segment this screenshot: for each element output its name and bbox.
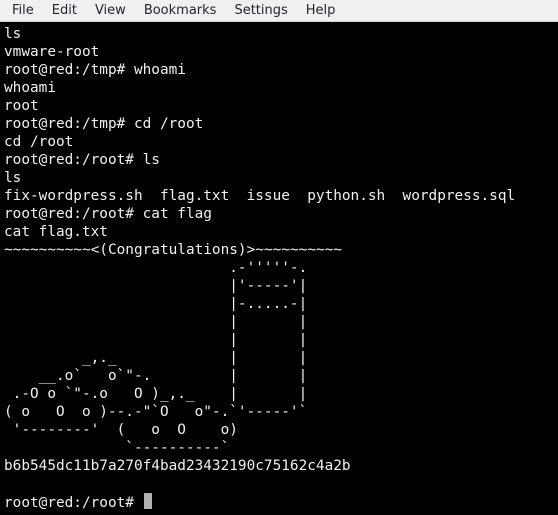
terminal-window: File Edit View Bookmarks Settings Help l… [0,0,558,515]
terminal-line: |'-----'| [4,278,308,294]
terminal-output-area[interactable]: ls vmware-root root@red:/tmp# whoami whoami… [0,25,558,515]
terminal-line: ls [4,170,22,186]
terminal-line: ~~~~~~~~~~<(Congratulations)>~~~~~~~~~~ [4,242,342,258]
terminal-line: '--------' ( o O o) [4,422,238,438]
menu-help[interactable]: Help [297,0,345,22]
menu-file[interactable]: File [3,0,43,22]
terminal-line: b6b545dc11b7a270f4bad23432190c75162c4a2b [4,458,351,474]
terminal-line: __.o` o`"-. | | [4,368,308,384]
terminal-line: root@red:/tmp# cd /root [4,116,204,132]
terminal-scrollback: ls vmware-root root@red:/tmp# whoami whoami… [0,25,558,493]
terminal-line: ls [4,26,22,42]
terminal-line: .-'''''-. [4,260,308,276]
terminal-cursor [143,493,152,509]
menu-bookmarks[interactable]: Bookmarks [135,0,226,22]
terminal-line: root@red:/root# ls [4,152,160,168]
terminal-line: `----------` [4,440,230,456]
terminal-line: root@red:/tmp# whoami [4,62,186,78]
terminal-prompt: root@red:/root# [4,495,143,511]
terminal-line: | | [4,314,308,330]
terminal-line: vmware-root [4,44,100,60]
terminal-line: root@red:/root# cat flag [4,206,212,222]
terminal-prompt-line[interactable]: root@red:/root# [0,493,558,511]
terminal-line: ( o O o )--.-"`O o"-.`'-----'` [4,404,308,420]
terminal-line: whoami [4,80,56,96]
terminal-line: cd /root [4,134,74,150]
terminal-line: _,._ | | [4,350,308,366]
terminal-line: |-.....-| [4,296,308,312]
menu-edit[interactable]: Edit [43,0,86,22]
menu-bar: File Edit View Bookmarks Settings Help [0,0,558,22]
terminal-line: | | [4,332,308,348]
menu-view[interactable]: View [86,0,135,22]
terminal-line: fix-wordpress.sh flag.txt issue python.s… [4,188,516,204]
terminal-line: .-O o `"-.o O )_,._ | | [4,386,308,402]
terminal-line: cat flag.txt [4,224,108,240]
terminal-line: root [4,98,39,114]
menu-settings[interactable]: Settings [225,0,296,22]
